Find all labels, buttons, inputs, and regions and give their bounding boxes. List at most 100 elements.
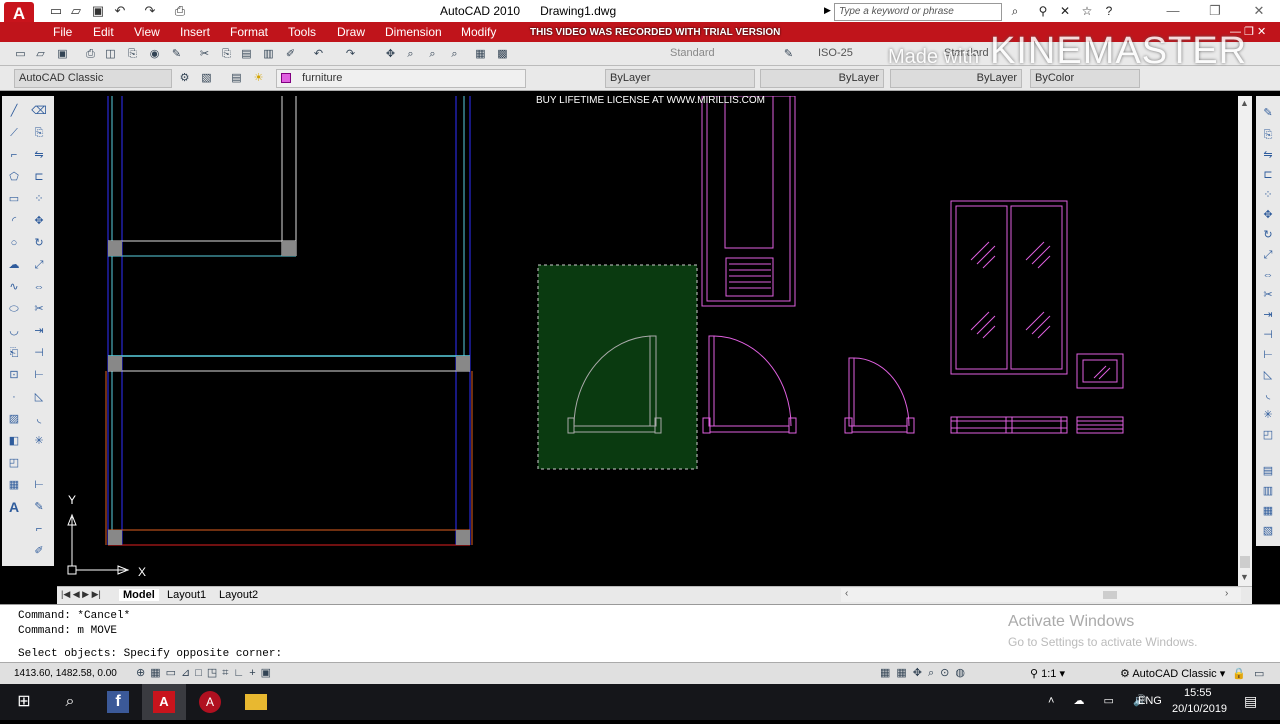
copy-object-icon[interactable]: ⎘ bbox=[1259, 126, 1277, 144]
menu-view[interactable]: View bbox=[134, 25, 160, 39]
layer-previous-icon[interactable]: ▤ bbox=[1259, 462, 1277, 480]
fillet-icon[interactable]: ◟ bbox=[1259, 386, 1277, 404]
chamfer-icon[interactable]: ◺ bbox=[1259, 366, 1277, 384]
table-icon[interactable]: ▦ bbox=[5, 476, 23, 494]
rotate-icon[interactable]: ↻ bbox=[30, 234, 48, 252]
mirror-icon[interactable]: ⇋ bbox=[1259, 146, 1277, 164]
layer-dropdown[interactable]: furniture bbox=[276, 69, 526, 88]
binoculars-icon[interactable]: ⌕ bbox=[1006, 3, 1024, 19]
publish-icon[interactable]: ⎘ bbox=[124, 46, 141, 62]
layer-states-icon[interactable]: ▤ bbox=[228, 70, 245, 86]
offset-icon[interactable]: ⊏ bbox=[30, 168, 48, 186]
minimize-button[interactable]: — bbox=[1158, 2, 1188, 20]
join-icon[interactable]: ⊢ bbox=[1259, 346, 1277, 364]
join-icon[interactable]: ⊢ bbox=[30, 366, 48, 384]
region-icon[interactable]: ◰ bbox=[1259, 426, 1277, 444]
copy-object-icon[interactable]: ⎘ bbox=[30, 124, 48, 142]
tab-layout2[interactable]: Layout2 bbox=[215, 589, 262, 601]
undo-icon[interactable]: ↶ bbox=[310, 46, 327, 62]
horizontal-scrollbar[interactable]: ‹ › bbox=[841, 588, 1241, 602]
leader-icon[interactable]: ⌐ bbox=[30, 520, 48, 538]
layer-on-icon[interactable]: ☀ bbox=[250, 70, 267, 86]
action-recorder-icon[interactable]: A bbox=[188, 684, 232, 720]
menu-edit[interactable]: Edit bbox=[93, 25, 114, 39]
fillet-icon[interactable]: ◟ bbox=[30, 410, 48, 428]
edit-icon[interactable]: ✎ bbox=[30, 498, 48, 516]
mirror-icon[interactable]: ⇋ bbox=[30, 146, 48, 164]
stretch-icon[interactable]: ⇔ bbox=[1259, 266, 1277, 284]
break-icon[interactable]: ⊣ bbox=[30, 344, 48, 362]
communication-center-icon[interactable]: ⚲ bbox=[1034, 3, 1052, 19]
make-block-icon[interactable]: ⊡ bbox=[5, 366, 23, 384]
menu-modify[interactable]: Modify bbox=[461, 25, 496, 39]
dimension-icon[interactable]: ⊢ bbox=[30, 476, 48, 494]
paste-special-icon[interactable]: ▥ bbox=[260, 46, 277, 62]
paste-icon[interactable]: ▤ bbox=[238, 46, 255, 62]
plot-icon[interactable]: ⎙ bbox=[172, 3, 188, 19]
workspace-settings-icon[interactable]: ⚙ bbox=[176, 70, 193, 86]
rotate-icon[interactable]: ↻ bbox=[1259, 226, 1277, 244]
menu-insert[interactable]: Insert bbox=[180, 25, 210, 39]
tab-model[interactable]: Model bbox=[119, 589, 159, 601]
mtext-icon[interactable]: A bbox=[5, 498, 23, 516]
trim-icon[interactable]: ✂ bbox=[1259, 286, 1277, 304]
redo-icon[interactable]: ↷ bbox=[142, 3, 158, 19]
qnew-icon[interactable]: ▭ bbox=[12, 46, 29, 62]
menu-format[interactable]: Format bbox=[230, 25, 268, 39]
arc-icon[interactable]: ◜ bbox=[5, 212, 23, 230]
tab-nav-arrows[interactable]: |◀ ◀ ▶ ▶| bbox=[61, 589, 101, 600]
tab-layout1[interactable]: Layout1 bbox=[163, 589, 210, 601]
scroll-thumb[interactable] bbox=[1240, 556, 1250, 568]
coordinates-readout[interactable]: 1413.60, 1482.58, 0.00 bbox=[14, 668, 117, 679]
point-icon[interactable]: · bbox=[5, 388, 23, 406]
drafting-toggles[interactable]: ⊕▦▭⊿□◳⌗∟+▣ bbox=[136, 666, 276, 680]
preview-icon[interactable]: ◫ bbox=[102, 46, 119, 62]
search-icon[interactable]: ⌕ bbox=[48, 684, 92, 720]
plot-icon[interactable]: ⎙ bbox=[82, 46, 99, 62]
scroll-left-icon[interactable]: ‹ bbox=[845, 588, 848, 599]
layer-walk-icon[interactable]: ▧ bbox=[1259, 522, 1277, 540]
notification-icon[interactable]: ▤ bbox=[1244, 693, 1257, 710]
region-icon[interactable]: ◰ bbox=[5, 454, 23, 472]
pan-icon[interactable]: ✥ bbox=[382, 46, 399, 62]
lock-icon[interactable]: 🔒 bbox=[1232, 667, 1246, 680]
dimstyle-icon[interactable]: ✎ bbox=[780, 46, 797, 62]
menu-tools[interactable]: Tools bbox=[288, 25, 316, 39]
color-dropdown[interactable]: ByLayer bbox=[605, 69, 755, 88]
pencil-icon[interactable]: ✎ bbox=[1259, 104, 1277, 122]
command-prompt[interactable]: Select objects: Specify opposite corner: bbox=[18, 648, 282, 660]
line-icon[interactable]: ╱ bbox=[5, 102, 23, 120]
clock-time[interactable]: 15:55 bbox=[1184, 687, 1212, 699]
menu-dimension[interactable]: Dimension bbox=[385, 25, 442, 39]
polygon-icon[interactable]: ⬠ bbox=[5, 168, 23, 186]
save-icon[interactable]: ▣ bbox=[90, 3, 106, 19]
scroll-up-icon[interactable]: ▲ bbox=[1240, 98, 1249, 108]
model-space-canvas[interactable]: Y X bbox=[57, 96, 1238, 586]
command-window[interactable]: Command: *Cancel* Command: m MOVE Select… bbox=[0, 604, 1280, 662]
textstyle-dropdown[interactable]: Standard bbox=[670, 47, 715, 59]
clock-date[interactable]: 20/10/2019 bbox=[1172, 703, 1227, 715]
ellipse-icon[interactable]: ⬭ bbox=[5, 300, 23, 318]
match-properties-icon[interactable]: ✐ bbox=[282, 46, 299, 62]
view-navigation-icons[interactable]: ▦▦✥⌕⊙◍ bbox=[880, 666, 971, 680]
clean-screen-icon[interactable]: ▭ bbox=[1254, 667, 1264, 680]
stretch-icon[interactable]: ⇔ bbox=[30, 278, 48, 296]
menu-file[interactable]: File bbox=[53, 25, 72, 39]
gradient-icon[interactable]: ◧ bbox=[5, 432, 23, 450]
move-icon[interactable]: ✥ bbox=[1259, 206, 1277, 224]
workspace-dropdown[interactable]: AutoCAD Classic bbox=[14, 69, 172, 88]
properties-icon[interactable]: ▦ bbox=[472, 46, 489, 62]
chamfer-icon[interactable]: ◺ bbox=[30, 388, 48, 406]
break-icon[interactable]: ⊣ bbox=[1259, 326, 1277, 344]
workspace-switch[interactable]: ⚙ AutoCAD Classic ▾ bbox=[1120, 667, 1225, 680]
pencil-icon[interactable]: ✐ bbox=[30, 542, 48, 560]
scale-icon[interactable]: ⤢ bbox=[1259, 246, 1277, 264]
scroll-right-icon[interactable]: › bbox=[1225, 588, 1228, 599]
scroll-down-icon[interactable]: ▼ bbox=[1240, 572, 1249, 582]
open-icon[interactable]: ▱ bbox=[68, 3, 84, 19]
subscription-icon[interactable]: ✕ bbox=[1056, 3, 1074, 19]
offset-icon[interactable]: ⊏ bbox=[1259, 166, 1277, 184]
zoom-window-icon[interactable]: ⌕ bbox=[424, 46, 441, 62]
language-indicator[interactable]: ENG bbox=[1138, 695, 1162, 707]
layer-manager-icon[interactable]: ▧ bbox=[198, 70, 215, 86]
